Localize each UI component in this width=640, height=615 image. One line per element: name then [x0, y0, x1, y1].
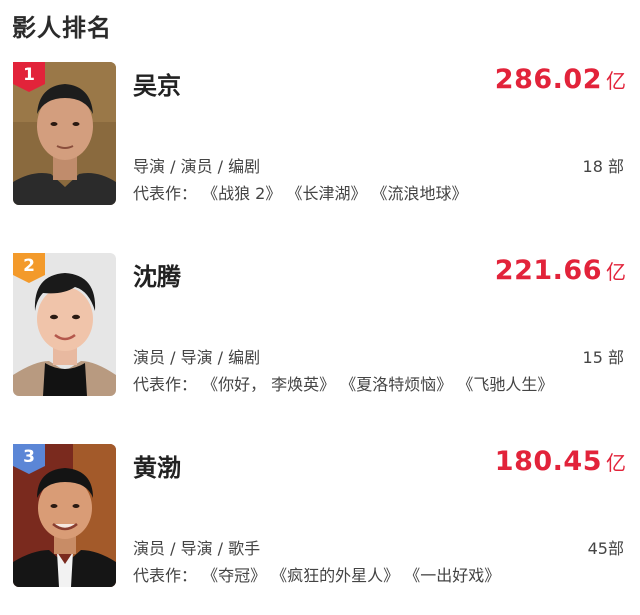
rank-badge-icon: 1: [13, 62, 45, 92]
actor-roles: 演员 / 导演 / 编剧: [133, 348, 261, 367]
actor-roles: 演员 / 导演 / 歌手: [133, 539, 261, 558]
rank-number: 3: [23, 447, 35, 467]
film-count: 45部: [587, 539, 624, 558]
film-count: 18 部: [582, 157, 624, 176]
ranking-card[interactable]: 3 黄渤 180.45 亿 演员 / 导演 / 歌手 45部 代表作： 《夺冠》 …: [0, 444, 640, 594]
boxoffice-total: 180.45 亿: [495, 446, 626, 477]
boxoffice-unit: 亿: [606, 69, 626, 93]
rank-number: 1: [23, 65, 35, 85]
boxoffice-value: 286.02: [494, 64, 602, 95]
boxoffice-unit: 亿: [606, 260, 626, 284]
boxoffice-value: 180.45: [494, 446, 602, 477]
boxoffice-unit: 亿: [606, 451, 626, 475]
rank-badge-icon: 2: [13, 253, 45, 283]
ranking-card[interactable]: 1 吴京 286.02 亿 导演 / 演员 / 编剧 18 部 代表作： 《战狼 …: [0, 62, 640, 212]
ranking-card[interactable]: 2 沈腾 221.66 亿 演员 / 导演 / 编剧 15 部 代表作： 《你好，…: [0, 253, 640, 403]
representative-works: 代表作： 《夺冠》 《疯狂的外星人》 《一出好戏》: [133, 566, 501, 585]
representative-works: 代表作： 《你好， 李焕英》 《夏洛特烦恼》 《飞驰人生》: [133, 375, 554, 394]
boxoffice-total: 221.66 亿: [495, 255, 626, 286]
rank-number: 2: [23, 256, 35, 276]
boxoffice-value: 221.66: [494, 255, 602, 286]
boxoffice-total: 286.02 亿: [495, 64, 626, 95]
actor-roles: 导演 / 演员 / 编剧: [133, 157, 261, 176]
actor-name[interactable]: 黄渤: [133, 448, 181, 483]
film-count: 15 部: [582, 348, 624, 367]
rank-badge-icon: 3: [13, 444, 45, 474]
page-title: 影人排名: [12, 14, 112, 42]
actor-name[interactable]: 吴京: [133, 66, 181, 101]
representative-works: 代表作： 《战狼 2》 《长津湖》 《流浪地球》: [133, 184, 468, 203]
actor-name[interactable]: 沈腾: [133, 257, 181, 292]
